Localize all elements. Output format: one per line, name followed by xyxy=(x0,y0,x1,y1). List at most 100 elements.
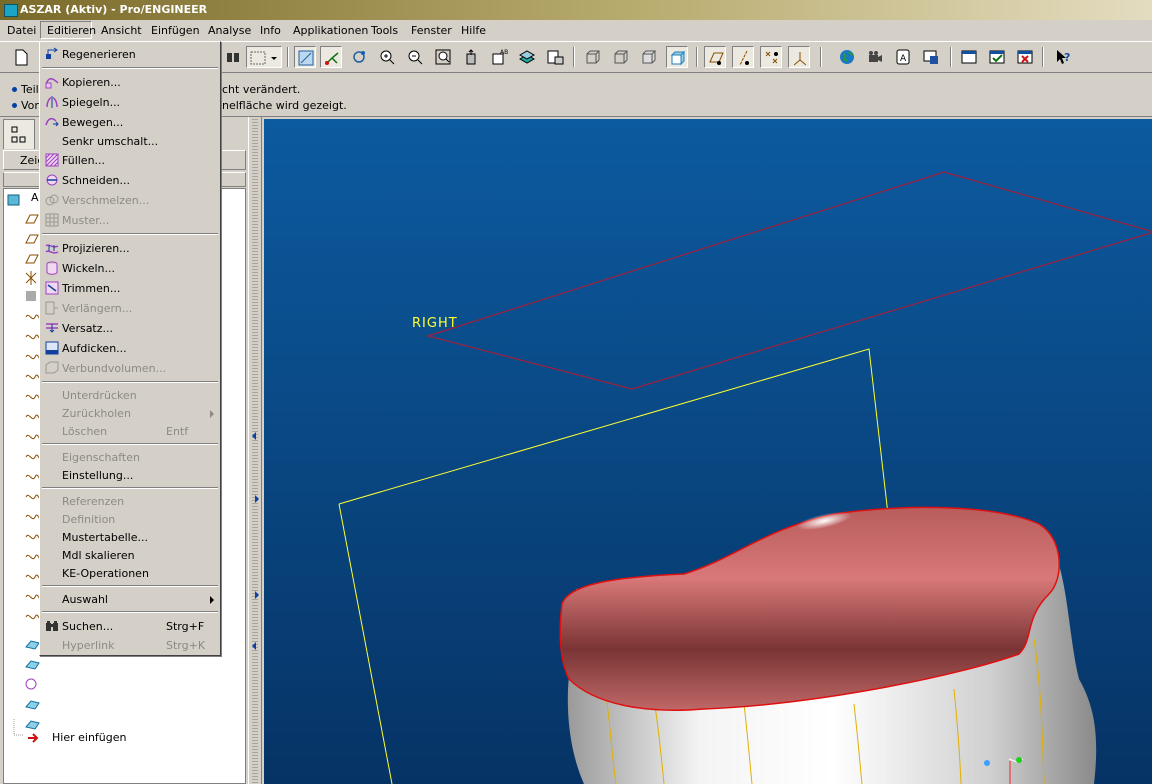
orient-mode-button[interactable] xyxy=(348,46,370,68)
annotation-icon[interactable]: A xyxy=(892,46,914,68)
menu-item-regenerieren[interactable]: Regenerieren xyxy=(42,45,218,64)
menu-hilfe[interactable]: Hilfe xyxy=(458,24,489,39)
window-activate-icon[interactable] xyxy=(958,46,980,68)
search-tool-button[interactable] xyxy=(222,46,244,68)
reorient-icon[interactable] xyxy=(460,46,482,68)
menu-item-label: KE-Operationen xyxy=(62,567,149,580)
insert-here-label[interactable]: Hier einfügen xyxy=(52,731,126,744)
saved-views-icon[interactable]: AB xyxy=(488,46,510,68)
datum-points-icon[interactable] xyxy=(760,46,782,68)
model-graphics xyxy=(338,171,1152,784)
menu-item-unterdruecken: Unterdrücken xyxy=(42,386,218,405)
collapse-arrow-icon[interactable] xyxy=(252,432,256,440)
trim-icon xyxy=(45,281,59,295)
expand-arrow-icon[interactable] xyxy=(255,591,259,599)
menu-tools[interactable]: Tools xyxy=(368,24,401,39)
message-line-2-suffix: nelfläche wird gezeigt. xyxy=(222,99,347,112)
menu-analyse[interactable]: Analyse xyxy=(205,24,254,39)
coordinate-systems-icon[interactable] xyxy=(788,46,810,68)
collapse-arrow-icon[interactable] xyxy=(252,642,256,650)
new-file-button[interactable] xyxy=(10,46,32,68)
menu-item-versatz[interactable]: Versatz... xyxy=(42,319,218,338)
regenerate-icon xyxy=(46,47,58,59)
repaint-button[interactable] xyxy=(294,46,316,68)
menu-item-label: Unterdrücken xyxy=(62,389,137,402)
datum-planes-icon[interactable] xyxy=(704,46,726,68)
menu-item-label: Wickeln... xyxy=(62,262,116,275)
menu-item-spiegeln[interactable]: Spiegeln... xyxy=(42,93,218,112)
menu-item-eigenschaften: Eigenschaften xyxy=(42,448,218,467)
menu-item-suchen[interactable]: Suchen... Strg+F xyxy=(42,617,218,636)
menu-item-einstellung[interactable]: Einstellung... xyxy=(42,466,218,485)
menu-info[interactable]: Info xyxy=(257,24,284,39)
menu-item-trimmen[interactable]: Trimmen... xyxy=(42,279,218,298)
datum-label: RIGHT xyxy=(412,316,458,331)
model-tree-tab[interactable] xyxy=(3,119,35,149)
context-help-icon[interactable]: ? xyxy=(1052,46,1074,68)
zoom-in-icon[interactable] xyxy=(376,46,398,68)
menu-item-kopieren[interactable]: Kopieren... xyxy=(42,73,218,92)
editieren-dropdown-menu: Regenerieren Kopieren... Spiegeln... Bew… xyxy=(39,41,221,656)
menu-datei[interactable]: Datei xyxy=(4,24,39,39)
menu-einfuegen[interactable]: Einfügen xyxy=(148,24,203,39)
no-hidden-icon[interactable] xyxy=(638,46,660,68)
graphics-viewport[interactable]: RIGHT xyxy=(264,119,1152,784)
window-check-icon[interactable] xyxy=(986,46,1008,68)
menu-item-zurueckholen: Zurückholen xyxy=(42,404,218,423)
menu-item-label: Definition xyxy=(62,513,116,526)
globe-icon[interactable] xyxy=(836,46,858,68)
menu-item-fuellen[interactable]: Füllen... xyxy=(42,151,218,170)
merge-icon xyxy=(45,194,59,206)
extend-icon xyxy=(45,301,58,315)
hidden-line-icon[interactable] xyxy=(610,46,632,68)
menu-applikationen[interactable]: Applikationen xyxy=(290,24,371,39)
shading-icon[interactable] xyxy=(666,46,688,68)
menu-item-label: Eigenschaften xyxy=(62,451,140,464)
binoculars-icon xyxy=(46,621,58,631)
solidify-icon xyxy=(45,361,59,374)
svg-text:A: A xyxy=(900,54,907,64)
menu-item-mustertabelle[interactable]: Mustertabelle... xyxy=(42,528,218,547)
intersect-icon xyxy=(46,174,58,186)
menu-editieren[interactable]: Editieren xyxy=(40,21,96,39)
menu-item-wickeln[interactable]: Wickeln... xyxy=(42,259,218,278)
menu-item-label: Senkr umschalt... xyxy=(62,135,159,148)
menu-item-label: Referenzen xyxy=(62,495,125,508)
menu-item-senkr-umschalt[interactable]: Senkr umschalt... xyxy=(42,132,218,151)
model-info-icon[interactable] xyxy=(920,46,942,68)
menu-ansicht[interactable]: Ansicht xyxy=(98,24,145,39)
layers-icon[interactable] xyxy=(516,46,538,68)
selection-box-button[interactable] xyxy=(246,46,282,68)
datum-axes-icon[interactable] xyxy=(732,46,754,68)
menu-item-label: Projizieren... xyxy=(62,242,130,255)
message-line-2-prefix: Vor xyxy=(21,99,39,112)
message-bullet-icon xyxy=(12,103,17,108)
menu-item-projizieren[interactable]: Projizieren... xyxy=(42,239,218,258)
svg-text:AB: AB xyxy=(500,49,508,56)
video-camera-icon[interactable] xyxy=(864,46,886,68)
menu-item-aufdicken[interactable]: Aufdicken... xyxy=(42,339,218,358)
window-close-icon[interactable] xyxy=(1014,46,1036,68)
menu-item-schneiden[interactable]: Schneiden... xyxy=(42,171,218,190)
spin-center-button[interactable] xyxy=(320,46,342,68)
zoom-out-icon[interactable] xyxy=(404,46,426,68)
menu-item-auswahl[interactable]: Auswahl xyxy=(42,590,218,609)
menu-item-label: Verlängern... xyxy=(62,302,133,315)
svg-text:?: ? xyxy=(1064,51,1070,64)
menu-item-label: Zurückholen xyxy=(62,407,131,420)
menu-item-bewegen[interactable]: Bewegen... xyxy=(42,113,218,132)
view-manager-icon[interactable] xyxy=(544,46,566,68)
wireframe-icon[interactable] xyxy=(582,46,604,68)
offset-icon xyxy=(46,323,58,333)
expand-arrow-icon[interactable] xyxy=(255,495,259,503)
menu-item-ke-operationen[interactable]: KE-Operationen xyxy=(42,564,218,583)
menu-fenster[interactable]: Fenster xyxy=(408,24,455,39)
tree-root-label[interactable]: A xyxy=(31,191,39,204)
menu-item-mdl-skalieren[interactable]: Mdl skalieren xyxy=(42,546,218,565)
menu-item-shortcut: Entf xyxy=(166,425,189,438)
panel-splitter[interactable] xyxy=(248,117,262,784)
datum-plane-top[interactable] xyxy=(425,171,1152,390)
refit-icon[interactable] xyxy=(432,46,454,68)
window-title: ASZAR (Aktiv) - Pro/ENGINEER xyxy=(20,3,208,16)
menu-item-shortcut: Strg+K xyxy=(166,639,206,652)
